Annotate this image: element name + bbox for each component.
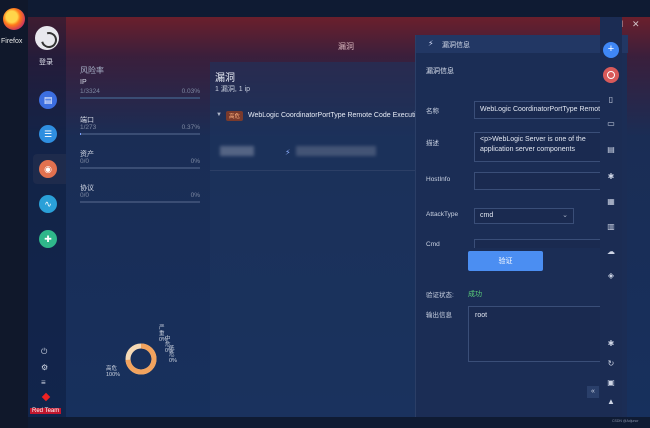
hostinfo-label: HostInfo <box>426 176 451 183</box>
add-icon[interactable]: + <box>603 42 619 58</box>
risk-pct: 0.37% <box>181 124 200 131</box>
attacktype-label: AttackType <box>426 211 459 218</box>
trash-icon[interactable]: ▣ <box>605 378 617 387</box>
nav-list-icon[interactable]: ☰ <box>39 125 57 143</box>
desc-label: 描述 <box>426 140 439 147</box>
vuln-title: 漏洞 <box>215 73 235 84</box>
expand-arrow-icon[interactable]: ▼ <box>216 112 222 118</box>
cube-icon[interactable]: ◈ <box>605 271 617 280</box>
output-label: 输出信息 <box>426 312 452 319</box>
verify-status-value: 成功 <box>468 291 482 298</box>
warning-icon[interactable]: ▲ <box>605 397 617 406</box>
nav-dashboard-icon[interactable]: ▤ <box>39 91 57 109</box>
menu-icon[interactable]: ≡ <box>41 378 46 387</box>
cmd-field[interactable] <box>474 239 614 248</box>
name-label: 名称 <box>426 108 439 115</box>
drawer-header: ⚡ 漏洞信息 ✕ <box>416 35 628 53</box>
collapse-drawer-icon[interactable]: « <box>587 386 599 398</box>
risk-pct: 0% <box>190 192 200 199</box>
risk-pct: 0.03% <box>181 88 200 95</box>
settings-icon[interactable]: ⚙ <box>41 363 48 372</box>
output-field[interactable]: root <box>468 306 618 362</box>
verify-button[interactable]: 验证 <box>468 251 543 271</box>
login-link[interactable]: 登录 <box>39 57 53 67</box>
hostinfo-field[interactable] <box>474 172 614 190</box>
attacktype-value: cmd <box>480 212 494 219</box>
risk-pct: 0% <box>190 158 200 165</box>
app-logo-icon[interactable] <box>35 26 59 50</box>
verify-status-label: 验证状态: <box>426 292 454 299</box>
risk-row-protocol: 协议 0/0 0% <box>80 183 200 203</box>
redteam-gem-icon <box>41 392 51 402</box>
mobile-icon[interactable]: ▯ <box>605 95 617 104</box>
desktop-strip: Firefox <box>0 0 28 428</box>
nav-plugin-icon[interactable]: ✚ <box>39 230 57 248</box>
close-window-icon[interactable]: ✕ <box>632 19 640 30</box>
bug-scan-icon[interactable]: ✱ <box>605 339 617 348</box>
app-window: — ☐ ✕ 登录 ▤ ☰ ◉ ∿ ✚ ⏻ ⚙ ≡ Red Team 漏洞 风险率… <box>28 17 650 417</box>
section-title: 漏洞信息 <box>426 68 454 75</box>
risk-bar <box>80 201 200 203</box>
risk-name: 资产 <box>80 151 94 158</box>
blurred-host <box>296 146 376 156</box>
right-toolbar: + ▯ ▭ ▤ ✱ ▦ ▥ ☁ ◈ ✱ ↻ ▣ ▲ <box>600 17 622 417</box>
risk-count: 0/0 <box>80 158 90 165</box>
risk-count: 0/0 <box>80 192 90 199</box>
left-nav: 登录 ▤ ☰ ◉ ∿ ✚ ⏻ ⚙ ≡ Red Team <box>28 17 66 417</box>
doc-icon[interactable]: ▤ <box>605 145 617 154</box>
bug-icon[interactable]: ✱ <box>605 172 617 181</box>
nav-chart-icon[interactable]: ∿ <box>39 195 57 213</box>
bolt-icon: ⚡ <box>428 39 434 48</box>
title-bar: — ☐ ✕ <box>28 17 650 33</box>
risk-bar <box>80 97 200 99</box>
redteam-badge: Red Team <box>30 408 62 414</box>
divider <box>210 170 416 171</box>
nav-vuln-icon[interactable]: ◉ <box>39 160 57 178</box>
layers-icon[interactable]: ▦ <box>605 197 617 206</box>
firefox-icon[interactable] <box>3 8 25 30</box>
drawer-title: 漏洞信息 <box>442 42 470 49</box>
vuln-list-item[interactable]: ▼ 高危 WebLogic CoordinatorPortType Remote… <box>210 110 423 124</box>
firefox-label: Firefox <box>1 38 23 45</box>
target-icon[interactable] <box>603 67 619 83</box>
window-title: 漏洞 <box>338 42 354 51</box>
risk-row-port: 端口 1/273 0.37% <box>80 115 200 135</box>
risk-name: 协议 <box>80 185 94 192</box>
cloud-icon[interactable]: ☁ <box>605 247 617 256</box>
cmd-label: Cmd <box>426 241 440 248</box>
risk-title: 风险率 <box>80 66 104 75</box>
risk-count: 1/3324 <box>80 88 100 95</box>
risk-panel: 风险率 IP 1/3324 0.03% 端口 1/273 0.37% 资产 0/… <box>80 65 200 203</box>
bolt-icon[interactable]: ⚡ <box>285 148 291 157</box>
vuln-detail-drawer: ⚡ 漏洞信息 ✕ 漏洞信息 名称 WebLogic CoordinatorPor… <box>415 35 628 417</box>
desc-field[interactable]: <p>WebLogic Server is one of the applica… <box>474 132 614 162</box>
risk-row-ip: IP 1/3324 0.03% <box>80 79 200 99</box>
risk-bar <box>80 167 200 169</box>
attacktype-select[interactable]: cmd ⌄ <box>474 208 574 224</box>
risk-name: IP <box>80 79 87 86</box>
server-icon[interactable]: ▥ <box>605 222 617 231</box>
chevron-down-icon: ⌄ <box>562 212 568 219</box>
blurred-ip <box>220 146 254 156</box>
power-icon[interactable]: ⏻ <box>41 347 47 357</box>
tablet-icon[interactable]: ▭ <box>605 119 617 128</box>
watermark: CSDN @Adjunor <box>612 419 639 423</box>
donut-label-low: 低危 0% <box>169 346 177 364</box>
vuln-name[interactable]: WebLogic CoordinatorPortType Remote Code… <box>248 112 423 119</box>
risk-row-asset: 资产 0/0 0% <box>80 149 200 169</box>
severity-badge: 高危 <box>226 111 244 121</box>
name-field[interactable]: WebLogic CoordinatorPortType Remote Code… <box>474 101 614 119</box>
refresh-icon[interactable]: ↻ <box>605 359 617 368</box>
donut-label-high: 高危 100% <box>106 366 121 378</box>
vuln-list-panel: 漏洞 1 漏洞, 1 ip ▼ 高危 WebLogic CoordinatorP… <box>210 62 423 417</box>
risk-count: 1/273 <box>80 124 97 131</box>
vuln-summary: 1 漏洞, 1 ip <box>215 86 251 93</box>
risk-bar <box>80 133 200 135</box>
